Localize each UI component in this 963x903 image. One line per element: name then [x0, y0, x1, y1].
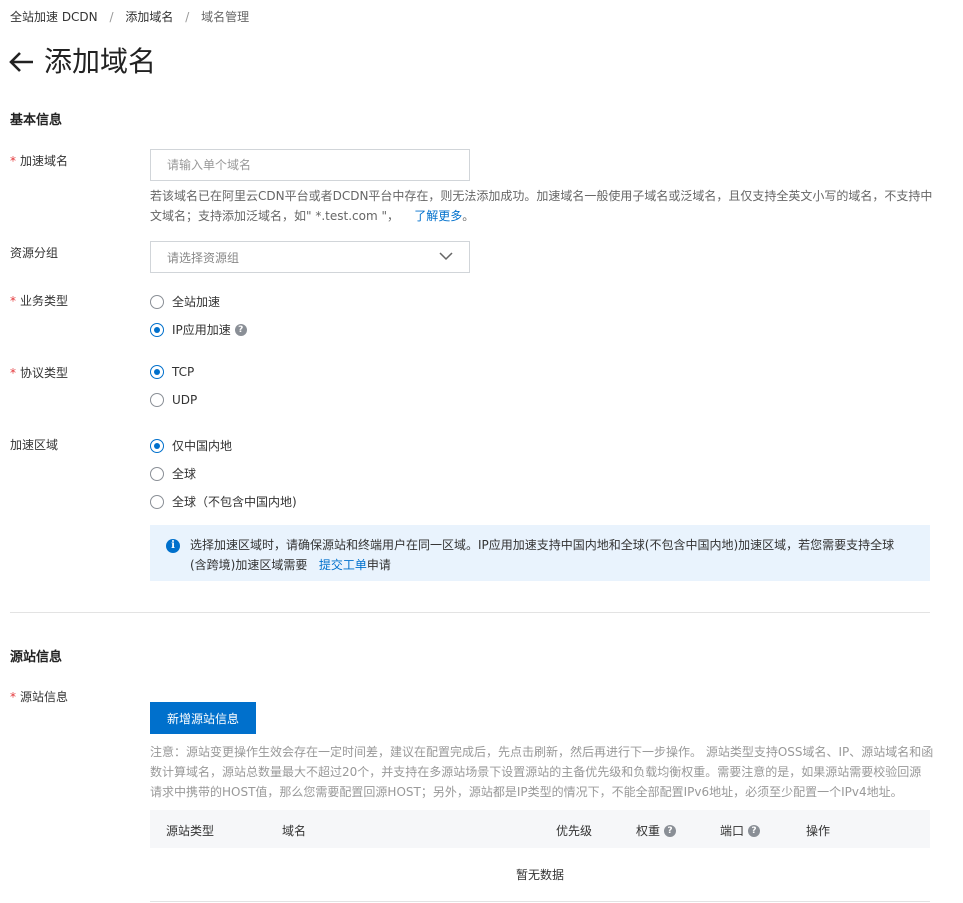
- question-icon[interactable]: ?: [234, 323, 247, 336]
- notice-line2: (含跨境)加速区域需要 提交工单申请: [190, 555, 914, 575]
- info-icon: i: [166, 539, 180, 553]
- radio-label: 全球: [172, 467, 197, 481]
- question-icon[interactable]: ?: [748, 824, 761, 837]
- radio-label: TCP: [172, 365, 195, 379]
- column-header-priority: 优先级: [556, 824, 593, 838]
- radio-region-global-excl[interactable]: 全球（不包含中国内地): [150, 493, 297, 510]
- domain-help-line1: 若该域名已在阿里云CDN平台或者DCDN平台中存在，则无法添加成功。加速域名一般…: [150, 189, 933, 203]
- radio-label: IP应用加速: [172, 323, 231, 337]
- resource-group-label: 资源分组: [10, 246, 59, 260]
- business-type-label: * 业务类型: [10, 292, 68, 309]
- learn-more-link[interactable]: 了解更多: [414, 209, 462, 223]
- domain-label-text: 加速域名: [20, 154, 69, 168]
- domain-label: * 加速域名: [10, 152, 68, 169]
- origin-note-line1: 注意：源站变更操作生效会存在一定时间差，建议在配置完成后，先点击刷新，然后再进行…: [150, 745, 934, 759]
- question-icon[interactable]: ?: [664, 824, 677, 837]
- origin-note: 注意：源站变更操作生效会存在一定时间差，建议在配置完成后，先点击刷新，然后再进行…: [150, 742, 940, 802]
- domain-help-line2-wrap: 文域名；支持添加泛域名，如" *.test.com "， 了解更多。: [150, 206, 940, 226]
- required-mark: *: [10, 154, 16, 168]
- protocol-label-text: 协议类型: [20, 366, 69, 380]
- required-mark: *: [10, 690, 16, 704]
- breadcrumb-separator: /: [185, 10, 190, 24]
- resource-group-placeholder: 请选择资源组: [167, 250, 240, 265]
- radio-label: 全站加速: [172, 295, 221, 309]
- section-title-basic: 基本信息: [10, 113, 63, 128]
- section-title-origin: 源站信息: [10, 650, 63, 665]
- origin-label-text: 源站信息: [20, 690, 69, 704]
- table-empty-state: 暂无数据: [150, 848, 930, 902]
- radio-circle: [150, 393, 164, 407]
- breadcrumb-separator: /: [109, 10, 114, 24]
- column-header-port: 端口?: [720, 822, 761, 839]
- add-origin-button[interactable]: 新增源站信息: [150, 702, 256, 734]
- radio-circle-selected: [150, 365, 164, 379]
- origin-label: * 源站信息: [10, 688, 68, 705]
- submit-ticket-link[interactable]: 提交工单: [319, 558, 367, 572]
- radio-label: 仅中国内地: [172, 439, 233, 453]
- column-header-actions: 操作: [806, 824, 831, 838]
- page-header: 添加域名: [8, 42, 156, 82]
- radio-protocol-udp[interactable]: UDP: [150, 393, 197, 407]
- region-label: 加速区域: [10, 438, 59, 452]
- back-arrow-icon[interactable]: [8, 42, 38, 82]
- column-header-weight: 权重?: [636, 822, 677, 839]
- protocol-label: * 协议类型: [10, 364, 68, 381]
- radio-circle: [150, 466, 164, 481]
- breadcrumb-current: 域名管理: [201, 10, 250, 24]
- origin-note-line2: 数计算域名，源站总数量最大不超过20个，并支持在多源站场景下设置源站的主备优先级…: [150, 765, 922, 779]
- chevron-down-icon: [439, 250, 453, 264]
- radio-business-ip[interactable]: IP应用加速?: [150, 321, 247, 338]
- breadcrumb: 全站加速 DCDN / 添加域名 / 域名管理: [10, 8, 249, 25]
- origin-table-header: 源站类型 域名 优先级 权重? 端口? 操作: [150, 810, 930, 848]
- notice-line1: 选择加速区域时，请确保源站和终端用户在同一区域。IP应用加速支持中国内地和全球(…: [190, 538, 895, 552]
- notice-line2-pre: (含跨境)加速区域需要: [190, 558, 308, 572]
- radio-label: UDP: [172, 393, 198, 407]
- domain-help-end: 。: [462, 209, 475, 223]
- resource-group-select[interactable]: 请选择资源组: [150, 241, 470, 273]
- required-mark: *: [10, 366, 16, 380]
- origin-note-line3: 请求中携带的HOST值，那么您需要配置回源HOST；另外，源站都是IP类型的情况…: [150, 785, 903, 799]
- domain-help-line2: 文域名；支持添加泛域名，如" *.test.com "，: [150, 209, 399, 223]
- page-title: 添加域名: [44, 45, 157, 78]
- radio-region-global[interactable]: 全球: [150, 465, 196, 482]
- column-header-origin-type: 源站类型: [166, 824, 215, 838]
- notice-line2-post: 申请: [366, 558, 391, 572]
- radio-circle: [150, 294, 164, 309]
- breadcrumb-item-add-domain[interactable]: 添加域名: [125, 10, 173, 24]
- domain-input[interactable]: [150, 149, 470, 181]
- radio-circle-selected: [150, 322, 164, 337]
- required-mark: *: [10, 294, 16, 308]
- radio-region-mainland[interactable]: 仅中国内地: [150, 437, 232, 454]
- radio-circle: [150, 494, 164, 509]
- region-notice: i 选择加速区域时，请确保源站和终端用户在同一区域。IP应用加速支持中国内地和全…: [150, 525, 930, 581]
- radio-business-dcdn[interactable]: 全站加速: [150, 293, 220, 310]
- column-header-port-text: 端口: [720, 824, 745, 838]
- radio-protocol-tcp[interactable]: TCP: [150, 365, 194, 379]
- column-header-domain: 域名: [282, 824, 307, 838]
- business-type-label-text: 业务类型: [20, 294, 69, 308]
- radio-label: 全球（不包含中国内地): [172, 495, 297, 509]
- breadcrumb-item-dcdn[interactable]: 全站加速 DCDN: [10, 10, 98, 24]
- section-divider: [10, 612, 930, 613]
- column-header-weight-text: 权重: [636, 824, 661, 838]
- radio-circle-selected: [150, 438, 164, 453]
- domain-help: 若该域名已在阿里云CDN平台或者DCDN平台中存在，则无法添加成功。加速域名一般…: [150, 186, 940, 226]
